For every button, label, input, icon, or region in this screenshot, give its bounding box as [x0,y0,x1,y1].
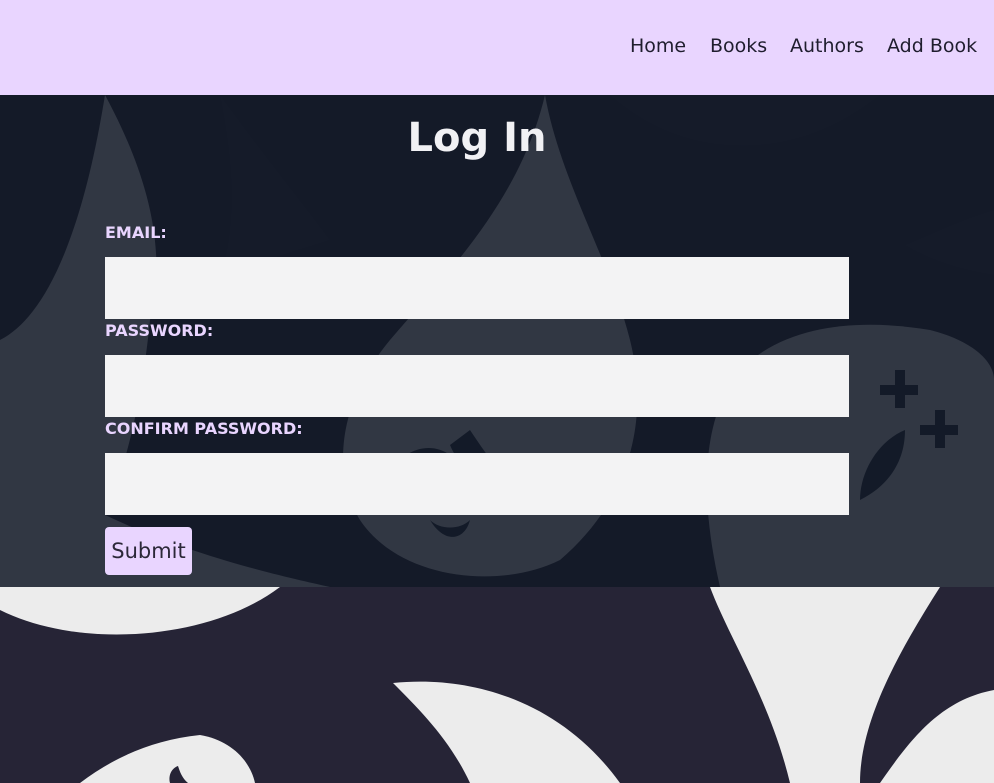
submit-button[interactable]: Submit [105,527,192,575]
email-input[interactable] [105,257,849,319]
password-input[interactable] [105,355,849,417]
password-label: PASSWORD: [105,321,214,340]
email-label: EMAIL: [105,223,167,242]
nav-link-home[interactable]: Home [630,34,686,58]
nav-link-add-book[interactable]: Add Book [887,34,977,58]
page-title: Log In [407,115,547,161]
nav-link-books[interactable]: Books [710,34,767,58]
nav-link-authors[interactable]: Authors [790,34,864,58]
confirm-password-label: CONFIRM PASSWORD: [105,419,303,438]
top-navbar: Home Books Authors Add Book [0,0,994,95]
confirm-password-input[interactable] [105,453,849,515]
